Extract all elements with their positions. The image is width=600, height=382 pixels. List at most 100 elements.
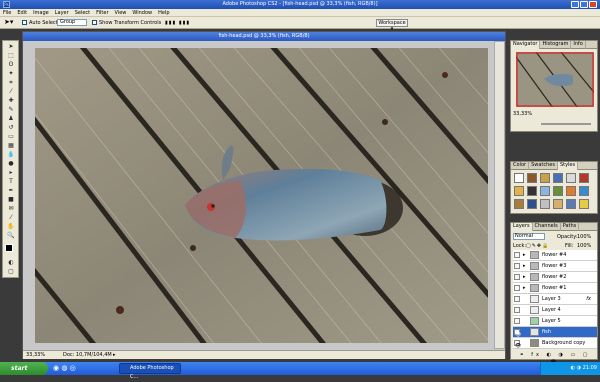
tab-styles[interactable]: Styles — [557, 162, 579, 170]
style-swatch[interactable] — [566, 186, 576, 196]
align-buttons[interactable]: ▮▮▮ ▮▮▮ — [165, 20, 190, 26]
visibility-toggle[interactable] — [514, 296, 520, 302]
menu-help[interactable]: Help — [155, 9, 172, 17]
visibility-toggle[interactable] — [514, 318, 520, 324]
gradient-tool-icon[interactable]: ▦ — [6, 142, 16, 149]
tab-info[interactable]: Info — [571, 41, 586, 49]
layer-actions-bar[interactable]: ⚭ fx ◐ ◑ ▭ ▢ 🗑 — [513, 351, 597, 366]
start-button[interactable]: start — [0, 362, 48, 375]
blend-mode-dropdown[interactable]: Normal — [513, 233, 545, 240]
healing-brush-icon[interactable]: ✚ — [6, 97, 16, 104]
visibility-toggle[interactable] — [514, 285, 520, 291]
menu-view[interactable]: View — [112, 9, 130, 17]
move-tool-icon[interactable]: ➤ — [6, 43, 16, 50]
pen-tool-icon[interactable]: ✒ — [6, 187, 16, 194]
layer-row-layer-5[interactable]: Layer 5 — [513, 316, 597, 327]
tab-histogram[interactable]: Histogram — [540, 41, 572, 49]
foreground-color-swatch[interactable] — [5, 244, 13, 252]
menu-image[interactable]: Image — [30, 9, 52, 17]
layer-row-fish[interactable]: 👁 fish — [513, 327, 597, 338]
shape-tool-icon[interactable]: ■ — [6, 196, 16, 203]
layer-row-layer-4[interactable]: Layer 4 — [513, 305, 597, 316]
visibility-toggle[interactable] — [514, 274, 520, 280]
eraser-tool-icon[interactable]: ▭ — [6, 133, 16, 140]
opacity-value[interactable]: 100% — [577, 234, 591, 240]
path-select-icon[interactable]: ▸ — [6, 169, 16, 176]
layer-row-flower-3[interactable]: ▸ flower #3 — [513, 261, 597, 272]
group-arrow-icon[interactable]: ▸ — [523, 261, 526, 272]
status-arrow-icon[interactable]: ▸ — [113, 351, 116, 360]
style-swatch-none[interactable] — [514, 173, 524, 183]
visibility-toggle[interactable] — [514, 252, 520, 258]
minimize-button[interactable] — [571, 1, 579, 8]
style-swatch[interactable] — [553, 173, 563, 183]
workspace-button[interactable]: Workspace ▾ — [376, 19, 408, 32]
move-tool-icon[interactable]: ➤▾ — [4, 18, 13, 26]
tab-swatches[interactable]: Swatches — [529, 162, 558, 170]
type-tool-icon[interactable]: T — [6, 178, 16, 185]
tab-layers[interactable]: Layers — [511, 223, 533, 231]
navigator-zoom-slider[interactable] — [541, 123, 591, 125]
layer-row-flower-2[interactable]: ▸ flower #2 — [513, 272, 597, 283]
slice-tool-icon[interactable]: ⁄ — [6, 88, 16, 95]
group-arrow-icon[interactable]: ▸ — [523, 272, 526, 283]
tab-paths[interactable]: Paths — [561, 223, 580, 231]
layer-row-layer-3[interactable]: Layer 3 fx — [513, 294, 597, 305]
style-swatch[interactable] — [579, 199, 589, 209]
auto-select-checkbox[interactable] — [22, 20, 27, 25]
menu-layer[interactable]: Layer — [52, 9, 72, 17]
stamp-tool-icon[interactable]: ♟ — [6, 115, 16, 122]
navigator-zoom[interactable]: 33,33% — [513, 111, 532, 118]
brush-tool-icon[interactable]: ✎ — [6, 106, 16, 113]
image-canvas[interactable] — [35, 48, 488, 343]
close-button[interactable] — [589, 1, 597, 8]
show-transform-checkbox[interactable] — [92, 20, 97, 25]
style-swatch[interactable] — [527, 199, 537, 209]
style-swatch[interactable] — [579, 186, 589, 196]
layer-row-background-copy[interactable]: 👁 Background copy — [513, 338, 597, 349]
zoom-level[interactable]: 33,33% — [26, 351, 45, 360]
eyedropper-icon[interactable]: ⁄ — [6, 214, 16, 221]
eye-icon[interactable]: 👁 — [514, 340, 521, 349]
fx-icon[interactable]: fx — [586, 294, 591, 305]
group-arrow-icon[interactable]: ▸ — [523, 250, 526, 261]
tray-icons[interactable]: ◐ ◑ — [571, 365, 583, 371]
dodge-tool-icon[interactable]: ● — [6, 160, 16, 167]
style-swatch[interactable] — [514, 186, 524, 196]
menu-edit[interactable]: Edit — [14, 9, 30, 17]
visibility-toggle[interactable] — [514, 263, 520, 269]
style-swatch[interactable] — [553, 199, 563, 209]
blur-tool-icon[interactable]: 💧 — [6, 151, 16, 158]
navigator-thumbnail[interactable] — [516, 52, 594, 107]
tab-navigator[interactable]: Navigator — [511, 41, 541, 49]
style-swatch[interactable] — [553, 186, 563, 196]
auto-select-dropdown[interactable]: Group — [57, 19, 87, 26]
visibility-toggle[interactable] — [514, 307, 520, 313]
menu-filter[interactable]: Filter — [93, 9, 111, 17]
style-swatch[interactable] — [540, 173, 550, 183]
lasso-tool-icon[interactable]: ʘ — [6, 61, 16, 68]
style-swatch[interactable] — [540, 186, 550, 196]
style-swatch[interactable] — [527, 173, 537, 183]
menu-select[interactable]: Select — [72, 9, 93, 17]
fill-value[interactable]: 100% — [577, 243, 591, 249]
style-swatch[interactable] — [540, 199, 550, 209]
marquee-tool-icon[interactable]: ⬚ — [6, 52, 16, 59]
quick-mask-icon[interactable]: ◐ — [6, 259, 16, 266]
vertical-scrollbar[interactable] — [494, 41, 505, 349]
layer-row-flower-4[interactable]: ▸ flower #4 — [513, 250, 597, 261]
maximize-button[interactable] — [580, 1, 588, 8]
layer-row-flower-1[interactable]: ▸ flower #1 — [513, 283, 597, 294]
group-arrow-icon[interactable]: ▸ — [523, 283, 526, 294]
eye-icon[interactable]: 👁 — [514, 329, 521, 338]
hand-tool-icon[interactable]: ✋ — [6, 223, 16, 230]
screen-mode-icon[interactable]: ▢ — [6, 268, 16, 275]
quick-launch-icons[interactable]: ◉ ◍ ◎ — [53, 362, 76, 375]
zoom-tool-icon[interactable]: 🔍 — [6, 232, 16, 239]
menu-window[interactable]: Window — [129, 9, 155, 17]
style-swatch[interactable] — [514, 199, 524, 209]
notes-tool-icon[interactable]: ✉ — [6, 205, 16, 212]
crop-tool-icon[interactable]: ⌗ — [6, 79, 16, 86]
style-swatch[interactable] — [566, 173, 576, 183]
taskbar-photoshop-button[interactable]: Adobe Photoshop C... — [119, 363, 181, 380]
